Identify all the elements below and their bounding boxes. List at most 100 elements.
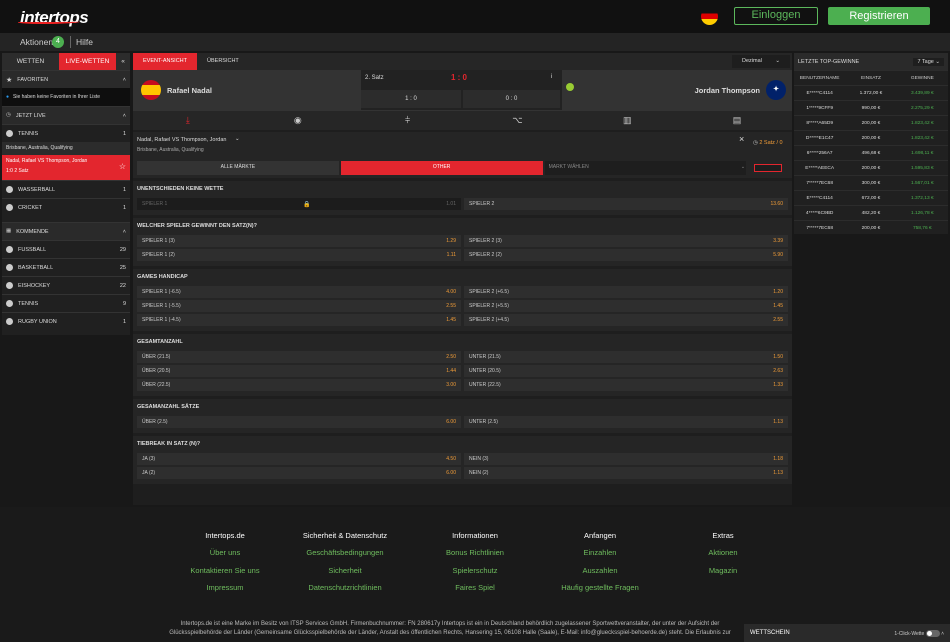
odds-button[interactable]: JA (3) 4.50 xyxy=(137,453,461,465)
table-icon[interactable]: ▤ xyxy=(682,111,792,130)
footer-link[interactable]: Aktionen xyxy=(658,548,788,557)
bar-chart-icon[interactable]: ▥ xyxy=(572,111,682,130)
odds-button[interactable]: ÜBER (21.5) 2.50 xyxy=(137,351,461,363)
register-button[interactable]: Registrieren xyxy=(828,7,930,25)
tennis-ball-icon xyxy=(6,300,13,307)
sidebar-item-basketball[interactable]: BASKETBALL 25 xyxy=(2,258,130,276)
info-icon[interactable]: i xyxy=(551,74,552,80)
footer-link[interactable]: Auszahlen xyxy=(535,566,665,575)
aktionen-count-badge: 4 xyxy=(52,36,64,48)
german-flag-icon[interactable] xyxy=(701,8,718,25)
odds-button[interactable]: JA (2) 6.00 xyxy=(137,467,461,479)
winner-payout: 1.595,83 € xyxy=(910,165,934,171)
event-view: EVENT-ANSICHT ÜBERSICHT Dezimal ⌄ Rafael … xyxy=(133,53,792,505)
toggle-switch[interactable] xyxy=(925,629,940,637)
hilfe-link[interactable]: Hilfe xyxy=(76,37,93,47)
sidebar-item-wasserball[interactable]: WASSERBALL 1 xyxy=(2,180,130,198)
odds-format-select[interactable]: Dezimal ⌄ xyxy=(732,55,790,68)
active-match-item[interactable]: Nadal, Rafael VS Thompson, Jordan 1:0 2 … xyxy=(2,155,130,180)
view-icons-bar: ⤓ ◉ ⫩ ⌥ ▥ ▤ xyxy=(133,110,792,130)
winner-stake: 200,00 € xyxy=(861,165,881,171)
footer-link[interactable]: Faires Spiel xyxy=(410,583,540,592)
footer-link[interactable]: Bonus Richtlinien xyxy=(410,548,540,557)
footer-link[interactable]: Kontaktieren Sie uns xyxy=(160,566,290,575)
odds-button[interactable]: SPIELER 2 (+4.5) 2.55 xyxy=(464,314,788,326)
selection-label: SPIELER 1 (-4.5) xyxy=(142,317,181,323)
tab-wetten[interactable]: WETTEN xyxy=(2,53,59,70)
selection-label: UNTER (2.5) xyxy=(469,419,498,425)
sidebar-item-count: 9 xyxy=(122,300,126,307)
sidebar-item-tennis-live[interactable]: TENNIS 1 xyxy=(2,124,130,142)
favorite-star-icon[interactable]: ☆ xyxy=(119,162,126,171)
kommende-header[interactable]: ▦ KOMMENDE ˄ xyxy=(2,222,130,240)
odds-button[interactable]: SPIELER 1 (3) 1.29 xyxy=(137,235,461,247)
footer-column: Anfangen Einzahlen Auszahlen Häufig gestell… xyxy=(535,531,665,601)
filter-all-markets[interactable]: ALLE MÄRKTE xyxy=(137,161,339,175)
odds-button[interactable]: SPIELER 2 (+6.5) 1.20 xyxy=(464,286,788,298)
odds-button[interactable]: ÜBER (22.5) 3.00 xyxy=(137,379,461,391)
footer-link[interactable]: Spielerschutz xyxy=(410,566,540,575)
market-select[interactable]: MARKT WÄHLEN ⌄ xyxy=(544,161,747,175)
tab-event-ansicht[interactable]: EVENT-ANSICHT xyxy=(133,53,198,70)
chevron-up-icon[interactable]: ˄ xyxy=(941,630,944,636)
footer-link[interactable]: Häufig gestellte Fragen xyxy=(535,583,665,592)
login-button[interactable]: Einloggen xyxy=(734,7,818,25)
layout-toggle-icon[interactable] xyxy=(754,164,782,172)
tab-live-wetten[interactable]: LIVE-WETTEN xyxy=(59,53,116,70)
market-title: GESAMANZAHL SÄTZE xyxy=(137,404,200,410)
odds-button[interactable]: SPIELER 2 (2) 5.90 xyxy=(464,249,788,261)
breadcrumb[interactable]: Brisbane, Australia, Qualifying xyxy=(2,142,130,155)
intertops-logo[interactable]: intertops xyxy=(20,8,89,28)
top-winners-title: LETZTE TOP-GEWINNE xyxy=(798,58,860,65)
winner-row: 4*****6C9BD 482,20 € 1.126,78 € xyxy=(794,205,948,220)
odds-button[interactable]: NEIN (2) 1.13 xyxy=(464,467,788,479)
sidebar-item-rugby[interactable]: RUGBY UNION 1 xyxy=(2,312,130,330)
period-select[interactable]: 7 Tage ⌄ xyxy=(913,57,944,66)
download-icon[interactable]: ⤓ xyxy=(133,111,243,130)
odds-button[interactable]: UNTER (2.5) 1.13 xyxy=(464,416,788,428)
sidebar-item-tennis[interactable]: TENNIS 9 xyxy=(2,294,130,312)
odds-button[interactable]: SPIELER 1 (2) 1.11 xyxy=(137,249,461,261)
jetzt-live-header[interactable]: ◷ JETZT LIVE ˄ xyxy=(2,106,130,124)
odds-button[interactable]: SPIELER 1 (-4.5) 1.45 xyxy=(137,314,461,326)
odds-button[interactable]: SPIELER 2 13.60 xyxy=(464,198,788,210)
close-icon[interactable]: × xyxy=(739,134,744,144)
selection-label: SPIELER 1 (-5.5) xyxy=(142,303,181,309)
footer-link[interactable]: Magazin xyxy=(658,566,788,575)
one-click-toggle[interactable]: 1-Click-Wette ˄ xyxy=(894,629,944,637)
footer-link[interactable]: Impressum xyxy=(160,583,290,592)
scoreboard-icon[interactable]: ⫩ xyxy=(353,111,463,130)
footer-link[interactable]: Geschäftsbedingungen xyxy=(280,548,410,557)
selection-label: JA (3) xyxy=(142,456,156,462)
odds-button[interactable]: UNTER (20.5) 2.63 xyxy=(464,365,788,377)
market-select-label: MARKT WÄHLEN xyxy=(548,164,589,170)
aktionen-link[interactable]: Aktionen xyxy=(20,37,53,47)
filter-other[interactable]: OTHER xyxy=(340,161,543,175)
odds-button[interactable]: SPIELER 1 (-5.5) 2.55 xyxy=(137,300,461,312)
odds-button[interactable]: SPIELER 2 (+5.5) 1.45 xyxy=(464,300,788,312)
winner-payout: 1.372,13 € xyxy=(910,195,934,201)
winner-row: E*****C4114 1.372,00 € 3.439,89 € xyxy=(794,85,948,100)
odds-value: 4.00 xyxy=(446,289,456,295)
bet-slip-bar[interactable]: WETTSCHEIN 1-Click-Wette ˄ xyxy=(744,624,950,642)
collapse-icon[interactable]: « xyxy=(116,53,130,70)
footer-link[interactable]: Einzahlen xyxy=(535,548,665,557)
odds-button[interactable]: UNTER (21.5) 1.50 xyxy=(464,351,788,363)
tab-uebersicht[interactable]: ÜBERSICHT xyxy=(197,53,249,70)
sidebar-item-eishockey[interactable]: EISHOCKEY 22 xyxy=(2,276,130,294)
odds-button[interactable]: UNTER (22.5) 1.33 xyxy=(464,379,788,391)
odds-button[interactable]: SPIELER 1 (-6.5) 4.00 xyxy=(137,286,461,298)
odds-button[interactable]: ÜBER (2.5) 6.00 xyxy=(137,416,461,428)
footer-link[interactable]: Datenschutzrichtlinien xyxy=(280,583,410,592)
sidebar-item-cricket[interactable]: CRICKET 1 xyxy=(2,198,130,216)
odds-button[interactable]: SPIELER 2 (3) 3.39 xyxy=(464,235,788,247)
tree-icon[interactable]: ⌥ xyxy=(462,111,572,130)
odds-button[interactable]: ÜBER (20.5) 1.44 xyxy=(137,365,461,377)
odds-button[interactable]: NEIN (3) 1.18 xyxy=(464,453,788,465)
footer-link[interactable]: Sicherheit xyxy=(280,566,410,575)
favoriten-header[interactable]: ★ FAVORITEN ˄ xyxy=(2,70,130,88)
eye-icon[interactable]: ◉ xyxy=(243,111,353,130)
footer-link[interactable]: Über uns xyxy=(160,548,290,557)
chevron-down-icon[interactable]: ⌄ xyxy=(235,136,240,142)
sidebar-item-fussball[interactable]: FUSSBALL 29 xyxy=(2,240,130,258)
